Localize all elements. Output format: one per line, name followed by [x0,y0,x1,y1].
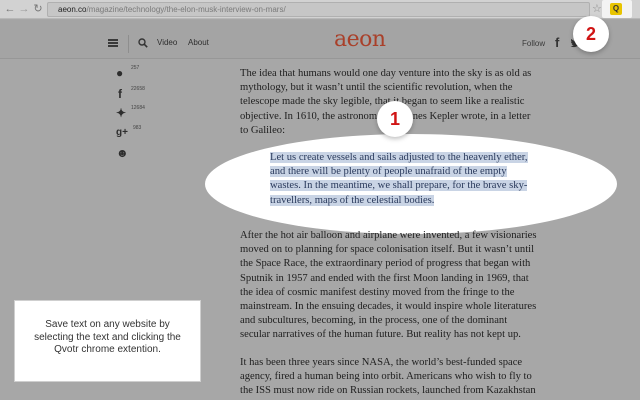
article-line: the Space Race, the extraordinary period… [240,258,531,270]
site-header: Video About aeon Follow f [0,20,640,59]
google-plus-icon: g+ [116,127,128,138]
url-domain: aeon.co [58,5,87,14]
share-twitter[interactable]: ✦ 12684 [116,105,160,120]
reddit-icon: ☻ [116,146,129,160]
back-arrow-icon[interactable]: ← [3,2,17,16]
instruction-card: Save text on any website by selecting th… [14,300,201,382]
facebook-icon: f [118,87,122,101]
share-comments[interactable]: ● 257 [116,65,160,80]
article-line: objective. In 1610, the astronomer Johan… [240,110,531,122]
article-paragraph: The idea that humans would one day ventu… [240,67,600,138]
quote-line: and there will be plenty of people unafr… [270,166,507,178]
article-line: secular narratives of the human future. … [240,329,521,341]
qvotr-extension-button[interactable]: Q [602,0,632,18]
step-one-badge: 1 [377,101,413,137]
quote-line: Let us create vessels and sails adjusted… [270,152,528,163]
aeon-logo[interactable]: aeon [334,27,386,53]
comment-icon: ● [116,66,124,80]
article-line: Sputnik in 1957 and ended with the first… [240,272,529,284]
quote-line: wastes. In the meantime, we shall prepar… [270,180,528,192]
article-paragraph: After the hot air balloon and airplane w… [240,229,600,343]
share-count: 257 [131,65,140,71]
forward-arrow-icon[interactable]: → [17,2,31,16]
hamburger-icon[interactable] [108,39,118,47]
article-line: mythology, but it wasn’t until the scien… [240,82,513,94]
star-icon[interactable]: ☆ [592,2,602,16]
qvotr-extension-icon: Q [610,3,622,15]
url-path: /magazine/technology/the-elon-musk-inter… [86,5,286,14]
reload-icon[interactable]: ↻ [31,2,45,16]
step-two-badge: 2 [573,16,609,52]
article-line: the idea of cosmic manifest destiny move… [240,286,515,298]
share-count: 12684 [131,105,145,111]
article-paragraph: It has been three years since NASA, the … [240,356,600,399]
quote-line: travellers, maps of the celestial bodies… [270,194,435,206]
share-google-plus[interactable]: g+ 983 [116,125,160,140]
selected-quote[interactable]: Let us create vessels and sails adjusted… [270,151,590,208]
follow-label: Follow [522,39,546,48]
share-reddit[interactable]: ☻ [116,146,160,160]
share-facebook[interactable]: f 22658 [116,86,160,101]
nav-video-link[interactable]: Video [157,38,177,48]
article-line: mainstream. In the ensuing decades, it w… [240,301,537,313]
instruction-text: Save text on any website by selecting th… [34,319,181,355]
browser-toolbar: ← → ↻ aeon.co/magazine/technology/the-el… [0,0,640,19]
article-line: The idea that humans would one day ventu… [240,68,532,79]
share-count: 983 [133,125,142,131]
article-line: and subcultures, becoming, in the proces… [240,315,508,327]
facebook-follow-icon[interactable]: f [555,36,559,50]
twitter-icon: ✦ [116,106,127,120]
search-icon[interactable] [138,38,148,48]
header-divider [128,35,129,53]
nav-about-link[interactable]: About [188,38,209,48]
article-line: moved on to planning for space colonisat… [240,244,535,256]
article-line: telescope made the sky legible, that it … [240,96,525,108]
share-count: 22658 [131,86,145,92]
address-bar[interactable]: aeon.co/magazine/technology/the-elon-mus… [47,2,590,17]
article-line: the ISS must now ride on Russian rockets… [240,385,536,397]
article-line: agency, fired a human being into orbit. … [240,371,532,383]
article-line: It has been three years since NASA, the … [240,357,523,368]
article-line: After the hot air balloon and airplane w… [240,230,537,241]
